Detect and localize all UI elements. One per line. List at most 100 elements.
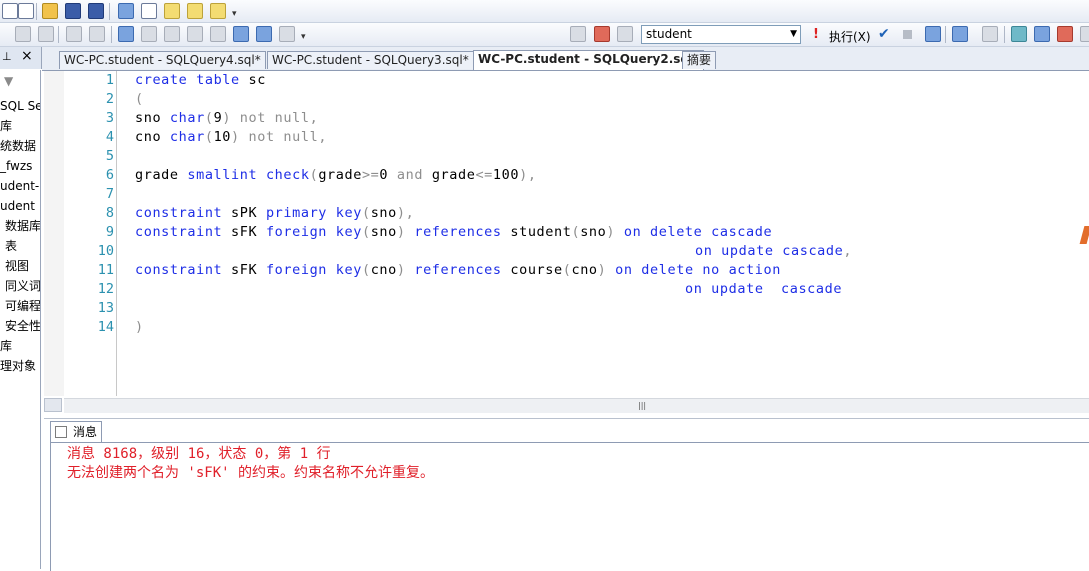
code-identifier: grade	[318, 167, 362, 183]
tree-item[interactable]: 库	[0, 119, 12, 133]
parse-icon[interactable]: ✔	[878, 26, 890, 42]
splitter-handle[interactable]	[44, 398, 62, 412]
code-identifier: sno	[370, 224, 397, 240]
open-file-icon[interactable]	[42, 3, 58, 19]
properties-icon[interactable]	[210, 3, 226, 19]
tree-item-views[interactable]: 视图	[5, 259, 29, 273]
save-icon[interactable]	[65, 3, 81, 19]
code-identifier: cno	[571, 262, 598, 278]
change-connection-icon[interactable]	[570, 26, 586, 42]
tab-messages-label: 消息	[73, 425, 98, 439]
line-number: 6	[105, 167, 114, 183]
messages-panel[interactable]: 消息 8168，级别 16，状态 0，第 1 行 无法创建两个名为 'sFK' …	[50, 442, 1089, 571]
code-identifier: sPK	[231, 205, 258, 221]
code-operator: )	[135, 319, 144, 335]
next-bookmark-icon[interactable]	[233, 26, 249, 42]
code-keyword: table	[196, 72, 240, 88]
close-icon[interactable]: ×	[21, 48, 33, 64]
new-query-icon[interactable]	[2, 3, 18, 19]
results-pane-icon[interactable]	[1057, 26, 1073, 42]
code-operator: ),	[396, 205, 415, 221]
document-tab-bar: WC-PC.student - SQLQuery4.sql* WC-PC.stu…	[42, 47, 1089, 71]
tab-sqlquery3[interactable]: WC-PC.student - SQLQuery3.sql*	[267, 51, 474, 69]
tree-item-synonyms[interactable]: 同义词	[5, 279, 40, 293]
code-line-2: (	[135, 90, 144, 109]
decrease-indent-icon[interactable]	[15, 26, 31, 42]
code-identifier: grade	[135, 167, 179, 183]
registered-servers-icon[interactable]	[118, 3, 134, 19]
connect-icon[interactable]	[617, 26, 633, 42]
execute-button[interactable]: 执行(X)	[829, 28, 871, 45]
execute-icon[interactable]: !	[813, 27, 819, 42]
new-file-icon[interactable]	[18, 3, 34, 19]
display-plan-icon[interactable]	[187, 26, 203, 42]
line-number: 13	[97, 300, 114, 316]
tree-item[interactable]: udent-	[0, 179, 39, 193]
tree-item-tables[interactable]: 表	[5, 239, 17, 253]
indicator-margin	[44, 71, 64, 396]
tree-item-system-databases[interactable]: 统数据	[0, 139, 36, 153]
template-explorer-icon[interactable]	[164, 3, 180, 19]
code-keyword: on update cascade	[695, 243, 844, 259]
tree-item-security[interactable]: 安全性	[5, 319, 40, 333]
tree-item[interactable]: _fwzs	[0, 159, 32, 173]
code-keyword: key	[335, 262, 362, 278]
disconnect-icon[interactable]	[594, 26, 610, 42]
tab-sqlquery2[interactable]: WC-PC.student - SQLQuery2.sql*	[473, 50, 705, 70]
increase-indent-icon[interactable]	[38, 26, 54, 42]
results-to-grid-icon[interactable]	[141, 26, 157, 42]
code-number: 100	[492, 167, 520, 183]
pin-icon[interactable]: ⊥	[2, 50, 12, 63]
code-operator: (	[204, 110, 214, 126]
horizontal-scrollbar[interactable]: |||	[64, 398, 1089, 413]
clear-bookmarks-icon[interactable]	[256, 26, 272, 42]
query-designer-icon[interactable]	[952, 26, 968, 42]
code-operator: >=	[361, 167, 380, 183]
object-explorer-icon[interactable]	[141, 3, 157, 19]
filter-icon[interactable]: ▼	[4, 74, 13, 88]
client-statistics-icon[interactable]	[1034, 26, 1050, 42]
database-select[interactable]: student ▼	[641, 25, 801, 44]
object-explorer: ▼ SQL Se 库 统数据 _fwzs udent- udent 数据库 表 …	[0, 70, 41, 569]
line-number: 12	[97, 281, 114, 297]
save-all-icon[interactable]	[88, 3, 104, 19]
comment-icon[interactable]	[66, 26, 82, 42]
specify-values-icon[interactable]	[279, 26, 295, 42]
results-to-file-icon[interactable]	[164, 26, 180, 42]
toolbar-separator	[111, 26, 112, 43]
tree-item-student[interactable]: udent	[0, 199, 35, 213]
intellisense-icon[interactable]	[982, 26, 998, 42]
results-to-text-icon[interactable]	[118, 26, 134, 42]
toolbar-overflow-icon[interactable]: ▾	[232, 9, 237, 19]
tab-messages[interactable]: 消息	[50, 421, 103, 442]
solution-explorer-icon[interactable]	[187, 3, 203, 19]
tree-item-server[interactable]: SQL Se	[0, 99, 40, 113]
code-operator: (	[309, 167, 319, 183]
include-actual-plan-icon[interactable]	[1011, 26, 1027, 42]
chevron-down-icon[interactable]: ▼	[790, 26, 797, 43]
toolbar-separator	[36, 3, 37, 20]
tree-item-programmability[interactable]: 可编程	[5, 299, 40, 313]
object-explorer-header: ⊥ ×	[0, 47, 42, 69]
tab-summary[interactable]: 摘要	[682, 51, 717, 69]
uncomment-icon[interactable]	[89, 26, 105, 42]
scrollbar-grip-icon[interactable]: |||	[638, 401, 646, 410]
sql-editor[interactable]: 1 2 3 4 5 6 7 8 9 10 11 12 13 14 create …	[44, 71, 1089, 396]
code-number: 10	[213, 129, 232, 145]
line-number: 5	[105, 148, 114, 164]
code-keyword: constraint	[135, 224, 223, 240]
tree-item[interactable]: 库	[0, 339, 12, 353]
code-identifier: sc	[248, 72, 266, 88]
previous-bookmark-icon[interactable]	[210, 26, 226, 42]
tree-item-database-diagrams[interactable]: 数据库	[5, 219, 40, 233]
selection-margin	[116, 71, 117, 396]
code-line-8: constraint sPK primary key(sno),	[135, 204, 414, 223]
code-operator: ) not null,	[222, 110, 319, 126]
tree-item-management[interactable]: 理对象	[0, 359, 36, 373]
code-line-1: create table sc	[135, 71, 266, 90]
cancel-query-icon[interactable]	[903, 30, 912, 39]
display-estimated-plan-icon[interactable]	[925, 26, 941, 42]
toolbar-overflow-icon[interactable]: ▾	[301, 32, 306, 42]
more-options-icon[interactable]	[1080, 26, 1089, 42]
tab-sqlquery4[interactable]: WC-PC.student - SQLQuery4.sql*	[59, 51, 266, 69]
